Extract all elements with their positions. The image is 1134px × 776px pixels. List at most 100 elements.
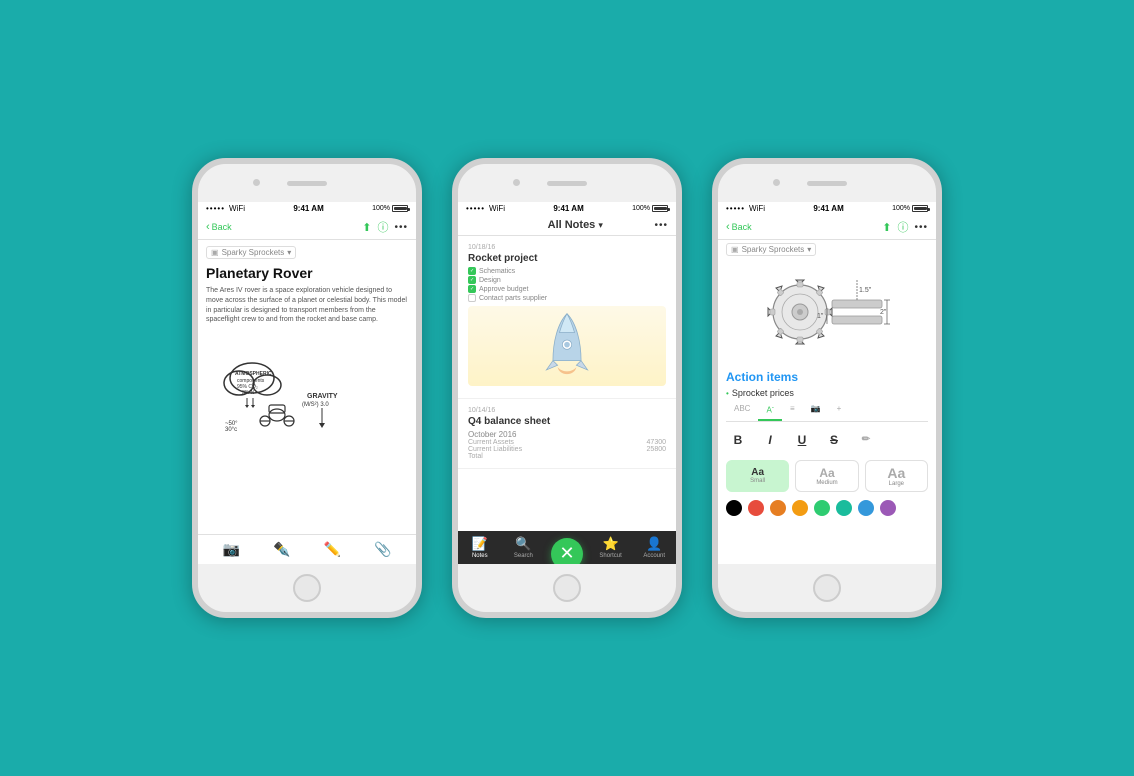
share-icon-1[interactable]: ⬆ (362, 221, 371, 234)
action-title: Action items (726, 370, 928, 384)
check-label-1: Schematics (479, 268, 515, 275)
notebook-tag-3[interactable]: ▣ Sparky Sprockets ▾ (726, 243, 816, 256)
format-tab-abc[interactable]: ABC (726, 400, 758, 421)
format-tab-add[interactable]: + (829, 400, 850, 421)
tab-account[interactable]: 👤 Account (632, 536, 676, 559)
note-body-1: The Ares IV rover is a space exploration… (206, 286, 408, 325)
bold-button[interactable]: B (726, 428, 750, 452)
info-icon-3[interactable]: ⓘ (897, 219, 908, 235)
tab-notes[interactable]: 📝 Notes (458, 536, 502, 559)
notebook-name-1: Sparky Sprockets (222, 248, 285, 257)
color-red[interactable] (748, 500, 764, 516)
back-arrow-1: ‹ (206, 221, 210, 233)
status-bar-3: ••••• WiFi 9:41 AM 100% (718, 202, 936, 215)
notebook-icon-3: ▣ (731, 245, 739, 254)
formatting-section: Action items • Sprocket prices ABC A- ≡ … (718, 364, 936, 564)
signal-dots-1: ••••• (206, 204, 225, 213)
battery-label-1: 100% (372, 205, 390, 212)
q4-label-assets: Current Assets (468, 439, 514, 446)
paperclip-toolbar-icon-1[interactable]: 📎 (374, 541, 391, 558)
svg-text:2": 2" (880, 309, 887, 316)
color-purple[interactable] (880, 500, 896, 516)
q4-row-1: Current Assets 47300 (468, 439, 666, 446)
color-yellow[interactable] (792, 500, 808, 516)
note-date-q4: 10/14/16 (468, 407, 666, 414)
color-black[interactable] (726, 500, 742, 516)
svg-text:1": 1" (817, 313, 824, 320)
back-button-1[interactable]: ‹ Back (206, 221, 232, 233)
color-picker (726, 500, 928, 516)
home-button-1[interactable] (293, 574, 321, 602)
screen-1: ••••• WiFi 9:41 AM 100% ‹ Back ⬆ ⓘ ••• (198, 202, 416, 564)
phone-bottom-2 (458, 564, 676, 612)
more-icon-3[interactable]: ••• (914, 222, 928, 233)
check-label-3: Approve budget (479, 286, 528, 293)
svg-text:GRAVITY: GRAVITY (307, 393, 338, 400)
check-box-3 (468, 285, 476, 293)
strikethrough-button[interactable]: S (822, 428, 846, 452)
note-title-q4: Q4 balance sheet (468, 416, 666, 427)
font-size-large[interactable]: Aa Large (865, 460, 928, 492)
italic-button[interactable]: I (758, 428, 782, 452)
svg-text:1.5": 1.5" (859, 287, 872, 294)
nav-bar-1: ‹ Back ⬆ ⓘ ••• (198, 215, 416, 240)
font-size-label-medium: Medium (816, 480, 837, 486)
note-title-1: Planetary Rover (206, 265, 408, 281)
share-icon-3[interactable]: ⬆ (882, 221, 891, 234)
signal-dots-2: ••••• (466, 204, 485, 213)
note-item-rocket[interactable]: 10/18/16 Rocket project Schematics Desig… (458, 236, 676, 399)
phone-1: ••••• WiFi 9:41 AM 100% ‹ Back ⬆ ⓘ ••• (192, 158, 422, 618)
color-green[interactable] (814, 500, 830, 516)
battery-bar-2 (652, 205, 668, 212)
note-title-rocket: Rocket project (468, 253, 666, 264)
rocket-image (468, 306, 666, 386)
notebook-dropdown-1: ▾ (287, 248, 291, 257)
underline-button[interactable]: U (790, 428, 814, 452)
tab-bar-2: 📝 Notes 🔍 Search ✕ ⭐ Shortcut 👤 Account (458, 531, 676, 564)
account-tab-label: Account (643, 553, 665, 559)
info-icon-1[interactable]: ⓘ (377, 219, 388, 235)
shortcut-tab-icon: ⭐ (602, 536, 618, 552)
phone-top-2 (458, 164, 676, 202)
pencil-button[interactable]: ✏ (854, 428, 878, 452)
format-tab-camera[interactable]: 📷 (803, 400, 829, 421)
camera-toolbar-icon-1[interactable]: 📷 (223, 541, 240, 558)
gear-diagram: 1.5" 2" 1" (718, 265, 936, 360)
time-1: 9:41 AM (293, 204, 323, 213)
color-blue[interactable] (858, 500, 874, 516)
home-button-3[interactable] (813, 574, 841, 602)
note-content-1: ▣ Sparky Sprockets ▾ Planetary Rover The… (198, 240, 416, 534)
add-button[interactable]: ✕ (551, 538, 583, 565)
font-size-aa-large: Aa (887, 465, 905, 481)
font-size-medium[interactable]: Aa Medium (795, 460, 858, 492)
q4-value-assets: 47300 (647, 439, 666, 446)
signal-dots-3: ••••• (726, 204, 745, 213)
camera-dot-1 (253, 179, 260, 186)
color-orange[interactable] (770, 500, 786, 516)
bottom-toolbar-1: 📷 ✒️ ✏️ 📎 (198, 534, 416, 564)
font-size-small[interactable]: Aa Small (726, 460, 789, 492)
note-item-q4[interactable]: 10/14/16 Q4 balance sheet October 2016 C… (458, 399, 676, 469)
tab-shortcut[interactable]: ⭐ Shortcut (589, 536, 633, 559)
more-icon-1[interactable]: ••• (394, 222, 408, 233)
back-arrow-3: ‹ (726, 221, 730, 233)
pencil-toolbar-icon-1[interactable]: ✏️ (324, 541, 341, 558)
home-button-2[interactable] (553, 574, 581, 602)
pen-toolbar-icon-1[interactable]: ✒️ (273, 541, 290, 558)
tab-search[interactable]: 🔍 Search (502, 536, 546, 559)
status-bar-1: ••••• WiFi 9:41 AM 100% (198, 202, 416, 215)
camera-dot-2 (513, 179, 520, 186)
wifi-icon-3: WiFi (749, 204, 765, 213)
svg-text:3% N: 3% N (242, 390, 255, 396)
notebook-tag-1[interactable]: ▣ Sparky Sprockets ▾ (206, 246, 296, 259)
format-tab-list[interactable]: ≡ (782, 400, 803, 421)
q4-label-liab: Current Liabilities (468, 446, 522, 453)
more-icon-2[interactable]: ••• (654, 220, 668, 231)
format-tabs: ABC A- ≡ 📷 + (726, 400, 928, 422)
check-box-1 (468, 267, 476, 275)
search-tab-icon: 🔍 (515, 536, 531, 552)
format-tab-style[interactable]: A- (758, 400, 782, 421)
all-notes-title: All Notes ▾ (548, 219, 603, 231)
color-teal[interactable] (836, 500, 852, 516)
back-button-3[interactable]: ‹ Back (726, 221, 752, 233)
